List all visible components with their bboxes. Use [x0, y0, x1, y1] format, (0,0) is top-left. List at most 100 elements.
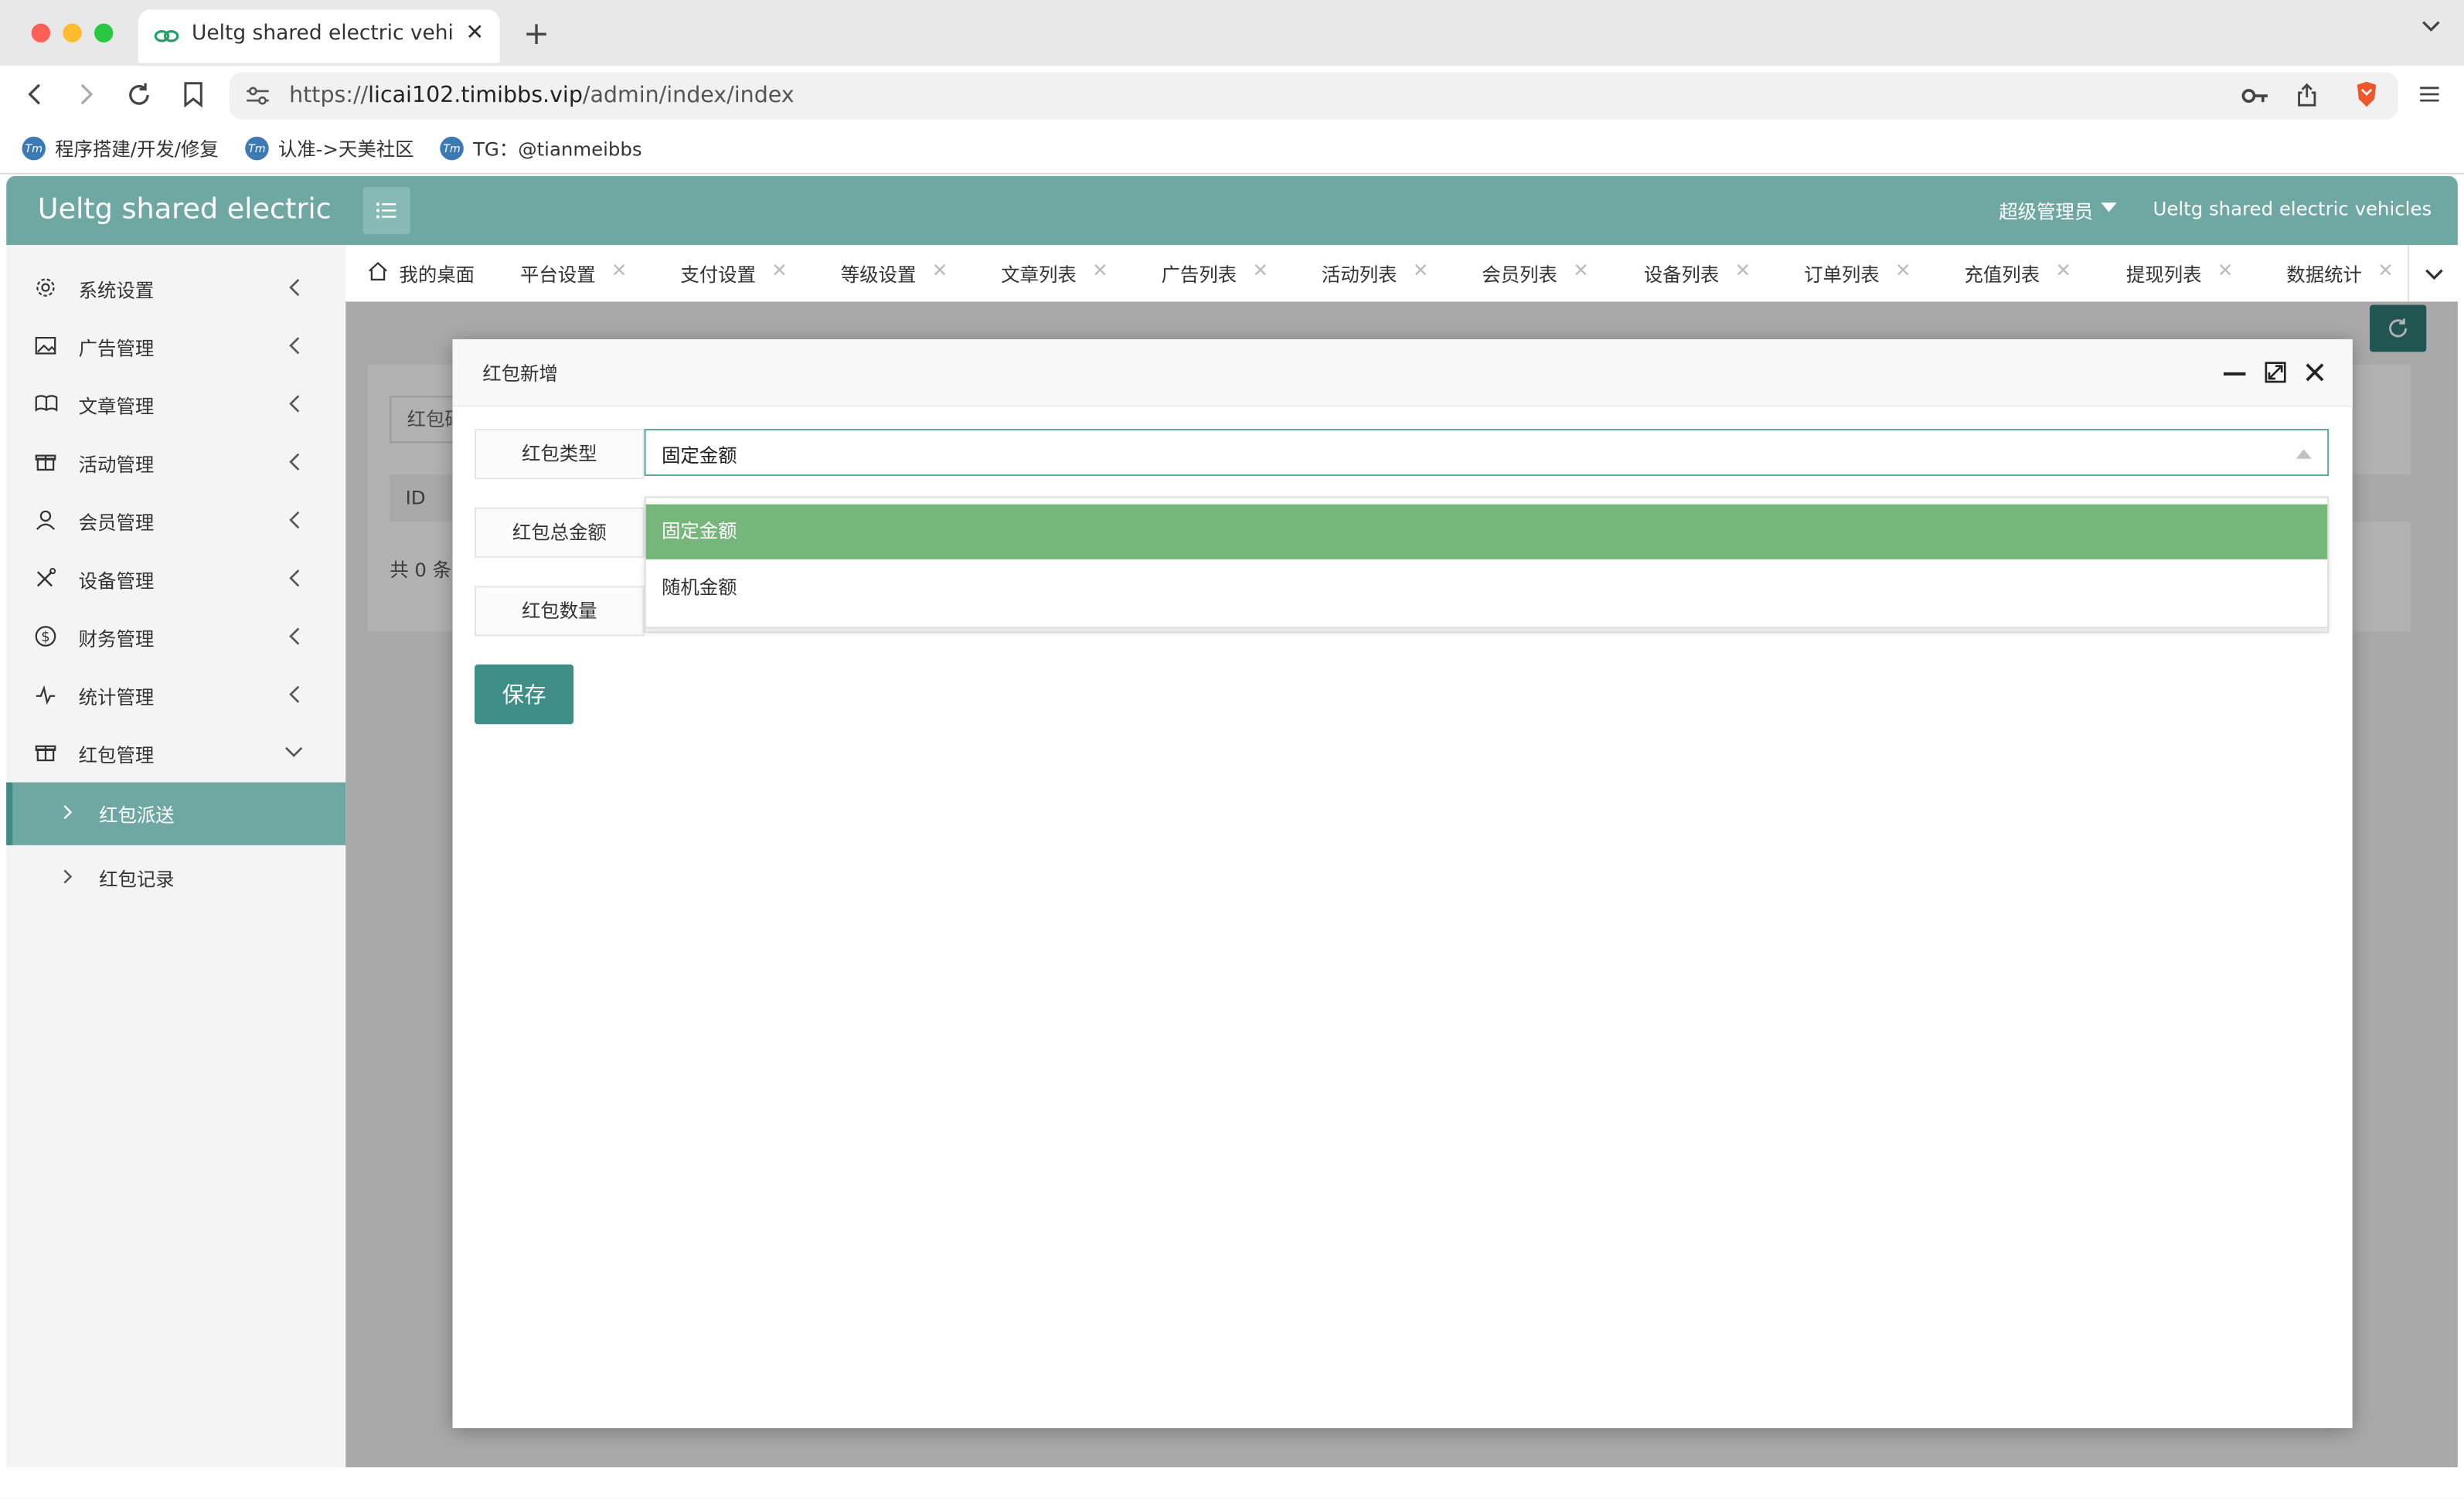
- close-icon[interactable]: [2304, 362, 2326, 383]
- key-icon[interactable]: [2241, 87, 2269, 105]
- browser-toolbar: https://licai102.timibbs.vip/admin/index…: [0, 66, 2464, 126]
- bookmark-logo-icon: Tm: [245, 136, 269, 161]
- bookmarks-bar: Tm 程序搭建/开发/修复 Tm 认准->天美社区 Tm TG：@tianmeibbs: [0, 125, 2464, 175]
- sidebar-item-redpacket[interactable]: 红包管理: [6, 726, 345, 783]
- page-tab[interactable]: 文章列表: [1001, 261, 1077, 288]
- sidebar-toggle-button[interactable]: [362, 186, 410, 234]
- sidebar-item-label: 设备管理: [78, 570, 155, 593]
- chevron-left-icon: [289, 627, 300, 645]
- close-tab-icon[interactable]: ✕: [771, 259, 787, 280]
- forward-icon[interactable]: [77, 82, 96, 107]
- chevron-right-icon: [63, 805, 73, 820]
- page-tab[interactable]: 数据统计: [2286, 261, 2362, 288]
- close-tab-icon[interactable]: ✕: [1252, 259, 1268, 280]
- sidebar-item-statistics[interactable]: 统计管理: [6, 668, 345, 726]
- sidebar-subitem-label: 红包记录: [99, 868, 175, 891]
- type-dropdown-menu: 固定金额 随机金额: [644, 496, 2330, 629]
- close-tab-icon[interactable]: ✕: [465, 20, 484, 46]
- maximize-icon[interactable]: [2265, 362, 2286, 383]
- bookmark-item[interactable]: Tm 认准->天美社区: [245, 135, 414, 162]
- new-tab-button[interactable]: +: [523, 14, 550, 52]
- sidebar-item-activities[interactable]: 活动管理: [6, 435, 345, 493]
- dropdown-option-fixed[interactable]: 固定金额: [645, 504, 2328, 559]
- url-scheme: https://: [289, 83, 369, 109]
- save-button[interactable]: 保存: [475, 665, 574, 725]
- minimize-icon[interactable]: [2223, 372, 2246, 376]
- close-tab-icon[interactable]: ✕: [2217, 259, 2233, 280]
- pulse-icon: [36, 685, 56, 705]
- close-tab-icon[interactable]: ✕: [2377, 259, 2393, 280]
- address-bar[interactable]: https://licai102.timibbs.vip/admin/index…: [229, 72, 2398, 120]
- page-tab[interactable]: 平台设置: [520, 261, 596, 288]
- admin-user-menu[interactable]: 超级管理员: [1999, 198, 2093, 225]
- page-tab[interactable]: 活动列表: [1322, 261, 1397, 288]
- page-tab-home[interactable]: 我的桌面: [399, 261, 475, 288]
- sidebar-item-devices[interactable]: 设备管理: [6, 552, 345, 610]
- close-tab-icon[interactable]: ✕: [2055, 259, 2071, 280]
- book-icon: [35, 395, 58, 412]
- minimize-window-button[interactable]: [63, 23, 82, 42]
- image-icon: [35, 337, 56, 355]
- site-name-link[interactable]: Ueltg shared electric vehicles: [2153, 198, 2432, 219]
- close-tab-icon[interactable]: ✕: [1413, 259, 1428, 280]
- page-tab[interactable]: 提现列表: [2126, 261, 2202, 288]
- sidebar-item-label: 财务管理: [78, 628, 155, 651]
- dropdown-option-random[interactable]: 随机金额: [646, 561, 2328, 616]
- page-tab[interactable]: 会员列表: [1482, 261, 1557, 288]
- bookmark-item[interactable]: Tm 程序搭建/开发/修复: [22, 135, 219, 162]
- screen: Ueltg shared electric vehicles ✕ + https…: [0, 0, 2464, 1499]
- option-label: 随机金额: [661, 576, 737, 599]
- sidebar-item-articles[interactable]: 文章管理: [6, 377, 345, 435]
- browser-tab-strip: Ueltg shared electric vehicles ✕ +: [0, 0, 2464, 66]
- more-tabs-button[interactable]: [2407, 245, 2458, 302]
- gear-icon: [36, 278, 55, 297]
- close-tab-icon[interactable]: ✕: [1895, 259, 1911, 280]
- tab-list-chevron-icon[interactable]: [2420, 19, 2442, 34]
- bookmark-logo-icon: Tm: [440, 136, 464, 161]
- close-tab-icon[interactable]: ✕: [611, 259, 627, 280]
- gift-icon: [35, 454, 56, 471]
- close-window-button[interactable]: [31, 23, 51, 42]
- share-icon[interactable]: [2296, 82, 2318, 109]
- redpacket-type-select[interactable]: 固定金额: [644, 429, 2330, 477]
- sidebar-item-ads[interactable]: 广告管理: [6, 319, 345, 377]
- page-tab[interactable]: 广告列表: [1162, 261, 1237, 288]
- close-tab-icon[interactable]: ✕: [932, 259, 948, 280]
- brave-shield-icon[interactable]: [2354, 80, 2380, 109]
- add-redpacket-dialog: 红包新增 红包类型 固定金额 红包总金额 红包数量 固定金额 随机金额 保存: [452, 339, 2353, 1429]
- user-icon: [36, 510, 55, 530]
- chevron-left-icon: [289, 453, 300, 471]
- bookmark-icon[interactable]: [182, 82, 204, 109]
- sidebar-item-label: 活动管理: [78, 454, 155, 477]
- tools-icon: [36, 568, 56, 587]
- sidebar: 系统设置 广告管理 文章管理 活动管理 会员管理 设备管理 $ 财务管理 统计管…: [6, 245, 348, 1468]
- back-icon[interactable]: [26, 82, 44, 107]
- menu-icon[interactable]: [2418, 85, 2440, 104]
- bookmark-label: 程序搭建/开发/修复: [55, 138, 219, 161]
- close-tab-icon[interactable]: ✕: [1735, 259, 1751, 280]
- bookmark-item[interactable]: Tm TG：@tianmeibbs: [440, 135, 642, 162]
- sidebar-item-finance[interactable]: $ 财务管理: [6, 610, 345, 668]
- url-path: /admin/index/index: [582, 83, 795, 109]
- reload-icon[interactable]: [126, 82, 153, 109]
- sidebar-subitem-redpacket-send[interactable]: 红包派送: [6, 782, 346, 845]
- top-header: Ueltg shared electric 超级管理员 Ueltg shared…: [6, 175, 2458, 246]
- page-tab[interactable]: 充值列表: [1965, 261, 2040, 288]
- zoom-window-button[interactable]: [94, 23, 114, 42]
- page-tab[interactable]: 订单列表: [1804, 261, 1880, 288]
- page-tab[interactable]: 等级设置: [841, 261, 917, 288]
- field-label-type: 红包类型: [475, 429, 645, 480]
- sidebar-item-members[interactable]: 会员管理: [6, 493, 345, 551]
- sidebar-subitem-redpacket-records[interactable]: 红包记录: [6, 847, 345, 909]
- page-tab[interactable]: 设备列表: [1644, 261, 1720, 288]
- close-tab-icon[interactable]: ✕: [1573, 259, 1588, 280]
- page-tab[interactable]: 支付设置: [680, 261, 756, 288]
- chevron-left-icon: [289, 337, 300, 355]
- app-logo[interactable]: Ueltg shared electric: [38, 193, 332, 226]
- bookmark-label: 认准->天美社区: [277, 138, 414, 161]
- close-tab-icon[interactable]: ✕: [1092, 259, 1108, 280]
- site-settings-icon[interactable]: [245, 85, 271, 107]
- chevron-left-icon: [289, 395, 300, 413]
- browser-tab[interactable]: Ueltg shared electric vehicles ✕: [138, 9, 500, 63]
- sidebar-item-system[interactable]: 系统设置: [6, 261, 345, 319]
